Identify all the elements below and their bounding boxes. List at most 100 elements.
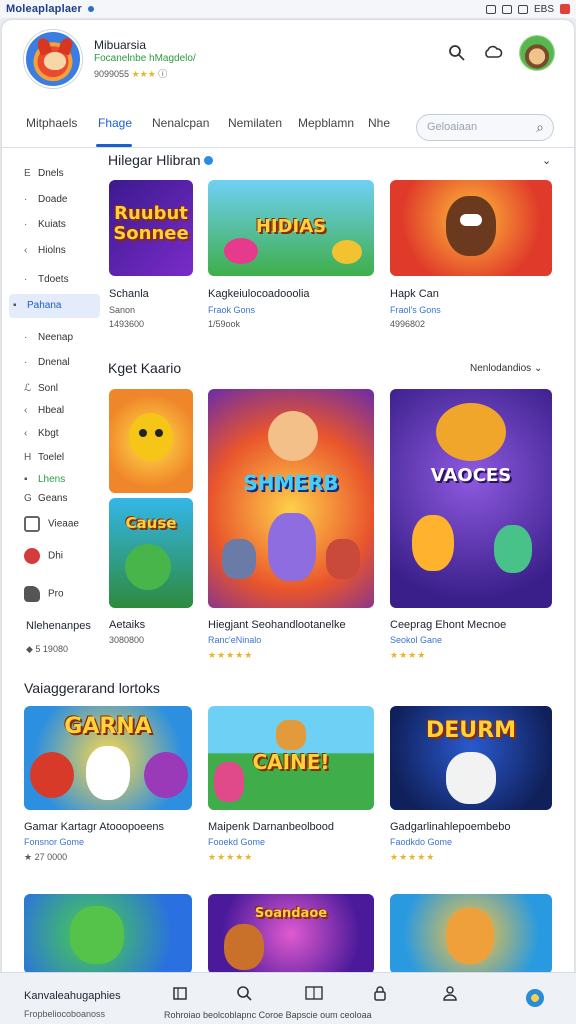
game-card-image[interactable]: [24, 894, 192, 974]
game-image-text: DEURM: [426, 718, 516, 743]
game-card-image[interactable]: Ruubut Sonnee: [109, 180, 193, 276]
sidebar-item-icon: ·: [24, 219, 28, 230]
sidebar-item-label: Neenap: [38, 332, 74, 343]
tab-0[interactable]: Mitphaels: [26, 116, 77, 130]
game-card-image[interactable]: Cause: [109, 498, 193, 608]
sidebar-item[interactable]: Pro: [24, 586, 64, 602]
game-card-image[interactable]: HIDIAS: [208, 180, 374, 276]
game-subtitle: Fraok Gons: [208, 305, 256, 315]
character-blob: [494, 525, 532, 573]
game-subtitle: Fooekd Gome: [208, 837, 266, 847]
game-subtitle: Seokol Gane: [390, 635, 443, 645]
sidebar-item-icon: ▪: [13, 300, 17, 311]
tab-5[interactable]: Nhe: [368, 116, 390, 130]
status-right-text: EBS: [533, 3, 554, 15]
sidebar-item[interactable]: G Geans: [24, 493, 67, 504]
search-icon[interactable]: [234, 985, 254, 1006]
video-icon: [24, 516, 40, 532]
decor-wheel: [436, 403, 506, 461]
wifi-icon: [501, 4, 512, 14]
sidebar-item[interactable]: · Dnenal: [24, 357, 70, 368]
sidebar-item[interactable]: ‹ Kbgt: [24, 428, 59, 439]
status-dot-icon: [87, 6, 94, 12]
sidebar-item[interactable]: · Neenap: [24, 332, 73, 343]
game-card-image[interactable]: Soandaoe: [208, 894, 374, 974]
game-card-image[interactable]: [390, 180, 552, 276]
assistant-orb-icon[interactable]: [526, 989, 544, 1007]
decor-blob: [332, 240, 362, 264]
sidebar-item[interactable]: Dhi: [24, 548, 63, 564]
sidebar-item[interactable]: · Doade: [24, 194, 67, 205]
game-card-image[interactable]: SHMERB: [208, 389, 374, 608]
sidebar-item[interactable]: ℒ Sonl: [24, 383, 58, 394]
person-icon[interactable]: [440, 985, 460, 1006]
bottom-bar-labels: Rohroiao beolcoblapnc Coroe Bapscie oum …: [164, 1010, 372, 1020]
game-card-image[interactable]: VAOCES: [390, 389, 552, 608]
game-title[interactable]: Aetaiks: [109, 619, 145, 631]
lock-icon[interactable]: [370, 985, 390, 1006]
store-icon[interactable]: [170, 985, 190, 1006]
sidebar-item-icon: ·: [24, 357, 28, 368]
game-image-text: VAOCES: [430, 465, 512, 486]
search-icon[interactable]: [446, 44, 468, 66]
sidebar-item-active[interactable]: ▪ Pahana: [9, 294, 100, 318]
game-card-image[interactable]: CAINE!: [208, 706, 374, 810]
game-title[interactable]: Schanla: [109, 288, 149, 300]
game-title[interactable]: Maipenk Darnanbeolbood: [208, 821, 334, 833]
character-blob: [125, 544, 171, 590]
character-blob: [412, 515, 454, 571]
section-more-link[interactable]: Nenlodandios ⌄: [470, 363, 542, 374]
sidebar-item-label: Dnels: [38, 168, 64, 179]
tab-4[interactable]: Mepblamn: [298, 116, 354, 130]
sidebar-item-label: Sonl: [38, 383, 59, 394]
sidebar-item[interactable]: ‹ Hiolns: [24, 245, 66, 256]
bottom-nav-bar: Kanvaleahugaphies Fropbeliocoboanoss Roh…: [0, 972, 576, 1024]
profile-meta: 9099055 ★★★ ⓘ: [94, 67, 167, 80]
character-blob: [224, 924, 264, 970]
info-icon: ⓘ: [158, 69, 168, 79]
sidebar-item-label: Lhens: [38, 474, 66, 485]
tab-3[interactable]: Nemilaten: [228, 116, 282, 130]
bottom-bar-title: Kanvaleahugaphies: [24, 990, 121, 1002]
game-title[interactable]: Gamar Kartagr Atooopoeens: [24, 821, 164, 833]
sidebar-item-icon: ·: [24, 332, 28, 343]
tab-2[interactable]: Nenalcpan: [152, 116, 209, 130]
sidebar-item-icon: ‹: [24, 428, 28, 439]
sidebar-footer-meta: ◆ 5 19080: [26, 644, 68, 654]
status-bar: Moleaplaplaer EBS: [0, 0, 576, 18]
sidebar-item[interactable]: E Dnels: [24, 168, 64, 179]
rating-stars: ★★★★★: [208, 650, 254, 660]
game-card-image[interactable]: [109, 389, 193, 493]
sidebar-item-icon: ‹: [24, 245, 28, 256]
user-avatar[interactable]: [520, 36, 554, 70]
character-blob: [86, 746, 130, 800]
game-title[interactable]: Hiegjant Seohandlootanelke: [208, 619, 346, 631]
sidebar-item[interactable]: ▪ Lhens: [24, 474, 65, 485]
sidebar-item-icon: ▪: [24, 474, 28, 485]
sidebar-item-label: Vieaae: [48, 518, 79, 530]
sidebar-item[interactable]: Vieaae: [24, 516, 79, 532]
sidebar-item[interactable]: ‹ Hbeal: [24, 405, 64, 416]
search-input[interactable]: Geloaiaan ⌕: [416, 114, 554, 141]
game-image-text: Ruubut Sonnee: [113, 203, 189, 244]
game-card-image[interactable]: GARNA: [24, 706, 192, 810]
game-card-image[interactable]: [390, 894, 552, 974]
sidebar-item[interactable]: · Kuiats: [24, 219, 66, 230]
chevron-down-icon[interactable]: ⌄: [542, 154, 551, 167]
game-card-image[interactable]: DEURM: [390, 706, 552, 810]
sidebar-item-icon: ·: [24, 274, 28, 285]
cloud-icon[interactable]: [482, 44, 504, 66]
game-title[interactable]: Kagkeiulocoadooolia: [208, 288, 310, 300]
game-title[interactable]: Gadgarlinahlepoembebo: [390, 821, 510, 833]
section-title-text: Hilegar Hlibran: [108, 152, 201, 168]
sidebar-item[interactable]: H Toelel: [24, 452, 64, 463]
sidebar-footer-title: Nlehenanpes: [26, 620, 91, 632]
status-right: EBS: [485, 3, 570, 15]
game-title[interactable]: Ceeprag Ehont Mecnoe: [390, 619, 506, 631]
library-icon[interactable]: [304, 985, 324, 1006]
profile-avatar[interactable]: [24, 30, 82, 88]
sidebar-item[interactable]: · Tdoets: [24, 274, 69, 285]
tab-1-active[interactable]: Fhage: [98, 116, 132, 130]
game-title[interactable]: Hapk Can: [390, 288, 439, 300]
game-meta: 3080800: [109, 635, 145, 645]
